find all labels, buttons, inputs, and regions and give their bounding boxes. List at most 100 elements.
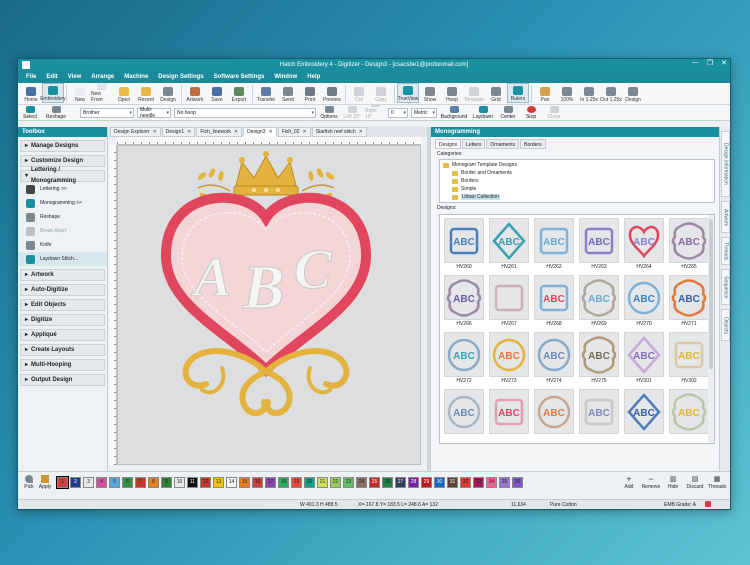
ribbon-print-button[interactable]: Print — [299, 83, 321, 103]
remove-color-button[interactable]: − Remove — [640, 475, 662, 491]
category-node[interactable]: Simple — [443, 185, 711, 193]
toolbox-item-laydown-stitch[interactable]: Laydown Stitch... — [18, 252, 107, 266]
designs-scrollbar[interactable] — [708, 215, 714, 443]
thread-color-swatch[interactable]: 31 — [447, 477, 458, 488]
side-tab-threads[interactable]: Threads — [721, 237, 730, 265]
laydown-button[interactable]: Laydown — [471, 105, 495, 120]
rotate-right-button[interactable]: Right 15° — [365, 105, 385, 120]
thread-color-swatch[interactable]: 33 — [473, 477, 484, 488]
stop-button[interactable]: Stop — [521, 105, 541, 120]
select-tool[interactable]: Select — [20, 105, 40, 120]
close-tab-icon[interactable]: ✕ — [268, 129, 272, 135]
thread-color-swatch[interactable]: 28 — [408, 477, 419, 488]
rotate-left-button[interactable]: Left 15° — [342, 105, 362, 120]
thread-color-swatch[interactable]: 36 — [512, 477, 523, 488]
thread-color-swatch[interactable]: 27 — [395, 477, 406, 488]
side-tab-artwork[interactable]: Artwork — [721, 201, 730, 233]
category-node[interactable]: Border and Ornaments — [443, 169, 711, 177]
thread-color-swatch[interactable]: 9 — [161, 477, 172, 488]
category-node[interactable]: Borders — [443, 177, 711, 185]
thread-color-swatch[interactable]: 7 — [135, 477, 146, 488]
design-thumbnail[interactable]: ABC HV264 — [624, 218, 664, 272]
ribbon-grid-button[interactable]: Grid — [485, 83, 507, 103]
side-tab-sequence[interactable]: Sequence — [721, 269, 730, 305]
toolbox-group[interactable]: Multi-Hooping — [20, 359, 105, 371]
thread-color-swatch[interactable]: 34 — [486, 477, 497, 488]
monogram-tab-designs[interactable]: Designs — [435, 139, 462, 149]
menu-arrange[interactable]: Arrange — [91, 74, 114, 80]
ribbon-rulers-button[interactable]: Rulers — [507, 83, 529, 103]
design-thumbnail[interactable]: ABC — [624, 389, 664, 443]
background-button[interactable]: Background — [440, 105, 468, 120]
thread-color-swatch[interactable]: 21 — [317, 477, 328, 488]
hide-button[interactable]: ▥ Hide — [662, 475, 684, 490]
toolbox-item-reshape[interactable]: Reshape — [18, 210, 107, 224]
ribbon-export-button[interactable]: Export — [228, 83, 250, 103]
thread-color-swatch[interactable]: 26 — [382, 477, 393, 488]
document-tab[interactable]: Fish_linework ✕ — [196, 127, 243, 137]
options-button[interactable]: Options — [319, 105, 339, 120]
design-thumbnail[interactable]: ABC HV302 — [669, 332, 709, 386]
close-window-button[interactable]: ✕ — [721, 59, 727, 67]
toolbox-item-knife[interactable]: Knife — [18, 238, 107, 252]
design-thumbnail[interactable]: HV267 — [489, 275, 529, 329]
hoop-select[interactable]: No hoop — [174, 107, 316, 118]
thread-color-swatch[interactable]: 16 — [252, 477, 263, 488]
design-thumbnail[interactable]: ABC — [579, 389, 619, 443]
design-thumbnail[interactable]: ABC HV268 — [534, 275, 574, 329]
thread-color-swatch[interactable]: 35 — [499, 477, 510, 488]
ribbon-zoom-design-button[interactable]: Design — [622, 83, 644, 103]
thread-color-swatch[interactable]: 4 — [96, 477, 107, 488]
thread-color-swatch[interactable]: 19 — [291, 477, 302, 488]
thread-color-swatch[interactable]: 1 — [56, 476, 69, 489]
side-tab-design-information[interactable]: Design information — [721, 131, 730, 197]
thread-color-swatch[interactable]: 32 — [460, 477, 471, 488]
thread-color-swatch[interactable]: 14 — [226, 477, 237, 488]
toolbox-group[interactable]: Auto-Digitize — [20, 284, 105, 296]
categories-tree[interactable]: Monogram Template Designs Border and Orna… — [439, 159, 715, 203]
ribbon-design-button[interactable]: Design — [157, 83, 179, 103]
minimize-button[interactable]: — — [692, 59, 699, 67]
category-node[interactable]: Monogram Template Designs — [443, 161, 711, 169]
menu-help[interactable]: Help — [307, 74, 320, 80]
thread-color-swatch[interactable]: 10 — [174, 477, 185, 488]
ribbon-show-button[interactable]: Show — [419, 83, 441, 103]
design-thumbnail[interactable]: ABC — [489, 389, 529, 443]
design-thumbnail[interactable]: ABC HV301 — [624, 332, 664, 386]
thread-color-swatch[interactable]: 20 — [304, 477, 315, 488]
toolbox-group[interactable]: Manage Designs — [20, 140, 105, 152]
toolbox-group[interactable]: Digitize — [20, 314, 105, 326]
toolbox-item-monogram[interactable]: Monogramming >> — [18, 196, 107, 210]
machine-select[interactable]: Brother — [80, 107, 134, 118]
needle-select[interactable]: Multi-needle — [137, 107, 171, 119]
ribbon-zoom-in-button[interactable]: In 1.25x — [578, 83, 600, 103]
close-tab-icon[interactable]: ✕ — [234, 129, 238, 135]
design-thumbnail[interactable]: ABC HV266 — [444, 275, 484, 329]
design-thumbnail[interactable]: ABC HV260 — [444, 218, 484, 272]
thread-color-swatch[interactable]: 22 — [330, 477, 341, 488]
close-tab-icon[interactable]: ✕ — [359, 129, 363, 135]
design-thumbnail[interactable]: ABC HV272 — [444, 332, 484, 386]
design-thumbnail[interactable]: ABC HV271 — [669, 275, 709, 329]
design-thumbnail[interactable]: ABC HV261 — [489, 218, 529, 272]
toolbox-group[interactable]: Create Layouts — [20, 344, 105, 356]
thread-color-swatch[interactable]: 5 — [109, 477, 120, 488]
monogram-design[interactable]: A B C — [118, 146, 421, 465]
ribbon-new-file-button[interactable]: New — [69, 83, 91, 103]
ribbon-open-folder-button[interactable]: Open — [113, 83, 135, 103]
thread-color-swatch[interactable]: 30 — [434, 477, 445, 488]
ribbon-trueview-button[interactable]: TrueView — [397, 83, 419, 103]
design-thumbnail[interactable]: ABC HV275 — [579, 332, 619, 386]
thread-color-swatch[interactable]: 29 — [421, 477, 432, 488]
document-tab[interactable]: Design3 ✕ — [243, 127, 277, 137]
ribbon-pan-button[interactable]: Pan — [534, 83, 556, 103]
design-thumbnail[interactable]: ABC — [444, 389, 484, 443]
maximize-button[interactable]: ❐ — [707, 59, 713, 67]
design-thumbnail[interactable]: ABC HV263 — [579, 218, 619, 272]
ribbon-copy-button[interactable]: Copy — [370, 83, 392, 103]
threads-button[interactable]: ▦ Threads — [706, 475, 728, 490]
thread-color-swatch[interactable]: 6 — [122, 477, 133, 488]
design-thumbnail[interactable]: ABC HV273 — [489, 332, 529, 386]
document-tab[interactable]: Fish_02 ✕ — [277, 127, 311, 137]
ribbon-new-from-button[interactable]: New From — [91, 83, 113, 103]
